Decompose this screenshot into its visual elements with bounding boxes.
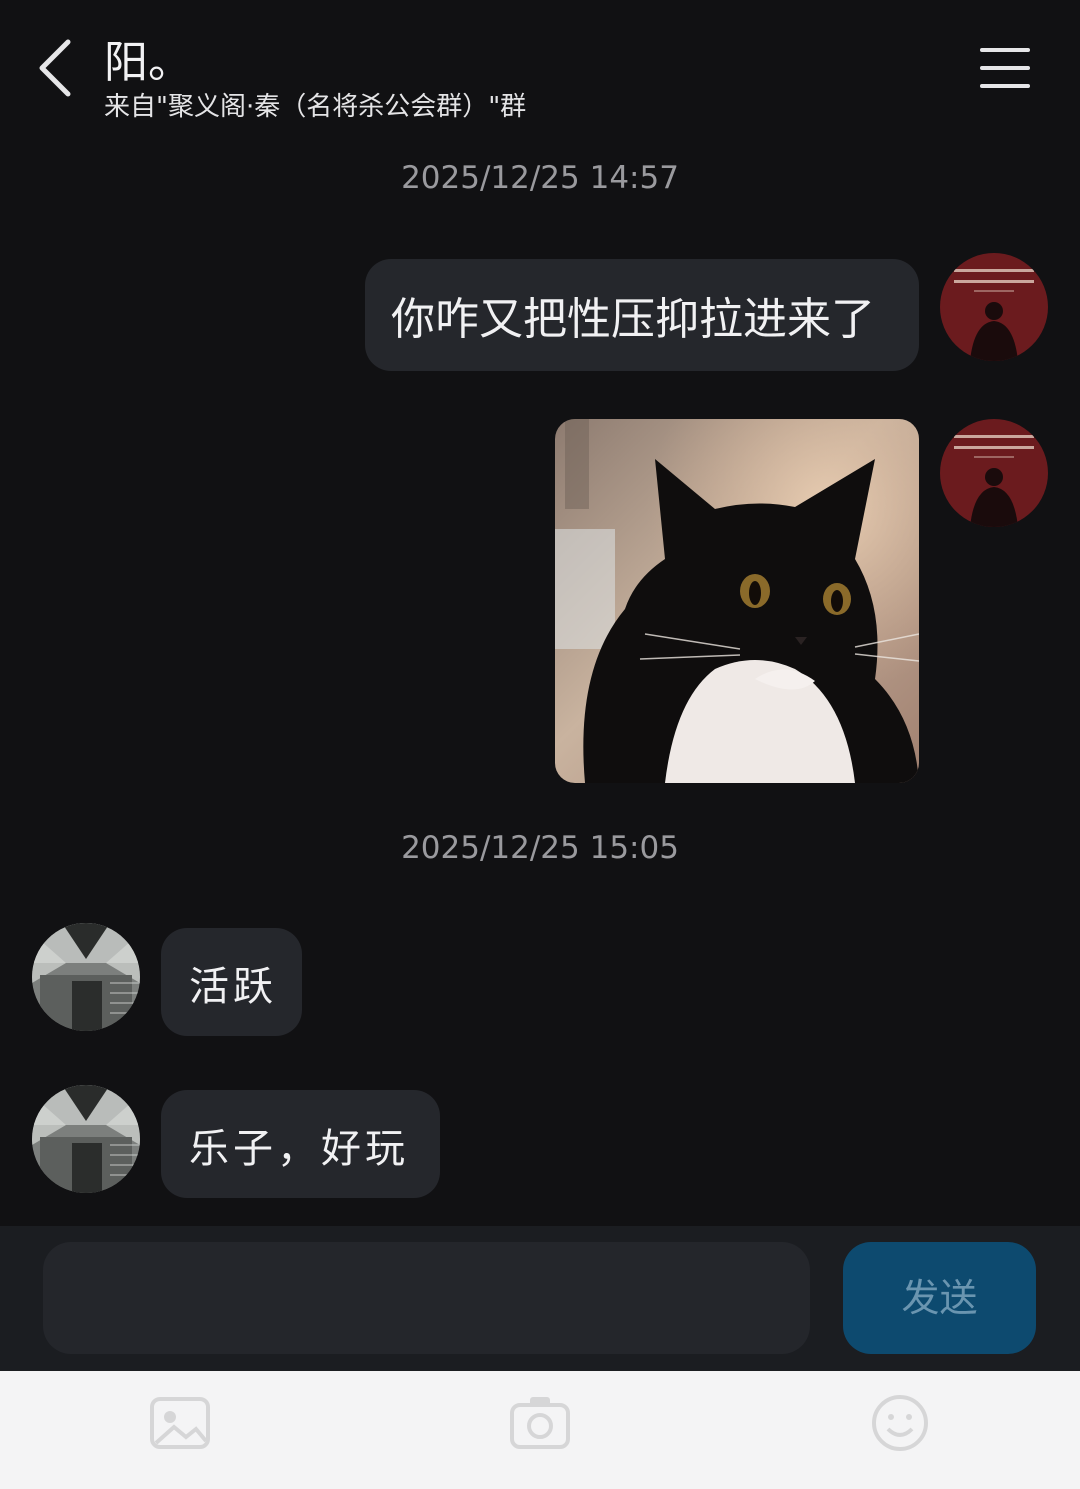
avatar-poster-image [940, 419, 1048, 527]
avatar-poster-image [940, 253, 1048, 361]
hamburger-menu-icon [980, 48, 1030, 88]
chat-header: 阳。 来自"聚义阁·秦（名将杀公会群）"群 [0, 0, 1080, 140]
send-button[interactable]: 发送 [843, 1242, 1036, 1354]
message-timestamp: 2025/12/25 14:57 [401, 160, 679, 196]
avatar-photo-image [32, 1085, 140, 1193]
message-timestamp: 2025/12/25 15:05 [401, 830, 679, 866]
message-bubble-received[interactable]: 活跃 [161, 928, 302, 1036]
message-composer: 发送 [0, 1226, 1080, 1371]
avatar-self[interactable] [940, 419, 1048, 527]
message-text: 活跃 [189, 964, 277, 1010]
avatar-photo-image [32, 923, 140, 1031]
back-button[interactable] [30, 34, 86, 100]
message-bubble-sent[interactable]: 你咋又把性压抑拉进来了 [365, 259, 919, 371]
chat-subtitle: 来自"聚义阁·秦（名将杀公会群）"群 [104, 92, 527, 122]
menu-button[interactable] [970, 40, 1040, 96]
camera-icon[interactable] [508, 1391, 572, 1455]
message-input[interactable] [43, 1242, 810, 1354]
chat-title: 阳。 [104, 37, 192, 88]
emoji-icon[interactable] [868, 1391, 932, 1455]
cat-image [555, 419, 919, 783]
message-text: 你咋又把性压抑拉进来了 [391, 294, 875, 345]
sent-cat-photo[interactable] [555, 419, 919, 783]
chevron-left-icon [39, 39, 71, 97]
avatar-self[interactable] [940, 253, 1048, 361]
image-icon[interactable] [148, 1391, 212, 1455]
message-text: 乐子，好玩 [189, 1126, 409, 1172]
message-bubble-received[interactable]: 乐子，好玩 [161, 1090, 440, 1198]
bottom-toolbar [0, 1371, 1080, 1489]
avatar-contact[interactable] [32, 923, 140, 1031]
avatar-contact[interactable] [32, 1085, 140, 1193]
